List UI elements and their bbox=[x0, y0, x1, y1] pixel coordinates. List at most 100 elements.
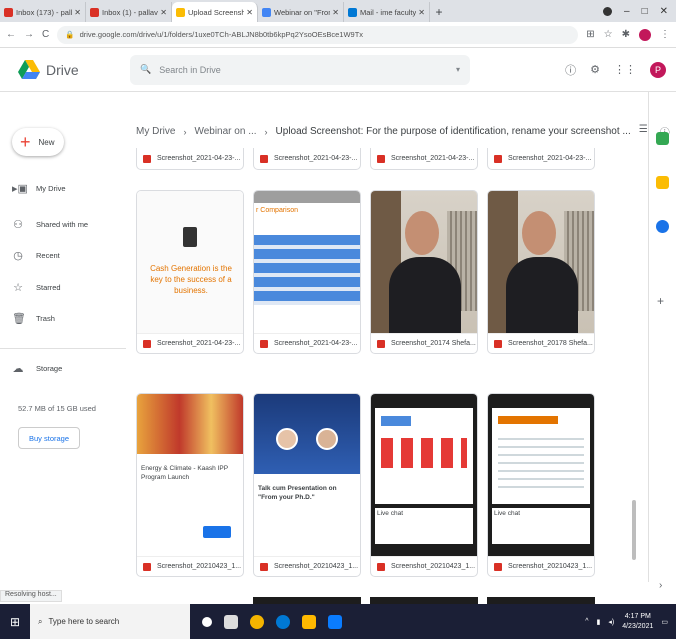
profile-avatar[interactable] bbox=[639, 28, 651, 41]
outlook-icon bbox=[348, 7, 357, 17]
task-view-icon[interactable] bbox=[202, 616, 212, 627]
buy-storage-button[interactable]: Buy storage bbox=[18, 427, 80, 449]
file-card[interactable]: Energy & Climate - Kaash IPP Program Lau… bbox=[136, 393, 244, 577]
menu-icon[interactable]: ⋮ bbox=[660, 29, 670, 40]
settings-icon[interactable]: ⚙ bbox=[590, 63, 600, 76]
lock-icon: 🔒 bbox=[65, 30, 75, 39]
sidebar-item-trash[interactable]: 🗑 Trash bbox=[12, 310, 122, 326]
extensions-icon[interactable]: ✱ bbox=[622, 29, 630, 40]
translate-icon[interactable]: ⊞ bbox=[586, 29, 594, 40]
search-placeholder: Search in Drive bbox=[159, 64, 221, 75]
new-tab-button[interactable]: + bbox=[430, 2, 448, 22]
sidebar-item-recent[interactable]: ◷ Recent bbox=[12, 247, 122, 263]
file-tile[interactable]: Screenshot_2021-04-23-... bbox=[253, 148, 361, 170]
file-name: Screenshot_2021-04-23-... bbox=[274, 155, 358, 162]
store-icon[interactable] bbox=[328, 614, 342, 629]
file-tile[interactable]: Screenshot_2021-04-23-... bbox=[370, 148, 478, 170]
thumb-header bbox=[254, 191, 360, 203]
thumbnail-text: Cash Generation is the key to the succes… bbox=[150, 264, 232, 295]
file-card[interactable]: r Comparison Screenshot_2021-04-23-... bbox=[253, 190, 361, 354]
gmail-icon bbox=[90, 7, 99, 17]
list-view-icon[interactable]: ☰ bbox=[639, 124, 648, 139]
url-field[interactable]: 🔒 drive.google.com/drive/u/1/folders/1ux… bbox=[57, 25, 579, 44]
chrome-icon[interactable] bbox=[250, 614, 264, 629]
file-tile[interactable]: Screenshot_2021-04-23-... bbox=[136, 148, 244, 170]
drive-search-input[interactable]: 🔍 Search in Drive ▾ bbox=[130, 54, 470, 85]
forward-icon[interactable]: → bbox=[24, 29, 34, 40]
file-caption: Screenshot_20210423_1... bbox=[137, 556, 243, 576]
close-window-button[interactable]: ✕ bbox=[660, 6, 668, 17]
file-thumbnail: Energy & Climate - Kaash IPP Program Lau… bbox=[137, 394, 243, 556]
breadcrumb-current[interactable]: Upload Screenshot: For the purpose of id… bbox=[276, 126, 631, 137]
sidebar-item-storage[interactable]: ☁ Storage bbox=[12, 360, 122, 376]
file-card[interactable]: Screenshot_20174 Shefa... bbox=[370, 190, 478, 354]
sidebar-item-starred[interactable]: ☆ Starred bbox=[12, 279, 122, 295]
tasks-icon[interactable] bbox=[656, 220, 669, 233]
browser-tab[interactable]: Mail - ime faculty - Outlook✕ bbox=[344, 2, 430, 22]
image-file-icon bbox=[494, 562, 502, 571]
file-thumbnail bbox=[371, 191, 477, 333]
file-card[interactable]: Live chat Screenshot_20210423_1... bbox=[370, 393, 478, 577]
clock[interactable]: 4:17 PM 4/23/2021 bbox=[622, 612, 653, 632]
close-tab-icon[interactable]: ✕ bbox=[160, 8, 167, 17]
tray-chevron-icon[interactable]: ^ bbox=[585, 618, 588, 625]
record-icon[interactable] bbox=[603, 6, 612, 16]
add-addon-icon[interactable]: + bbox=[657, 294, 664, 308]
image-file-icon bbox=[377, 562, 385, 571]
image-file-icon bbox=[260, 562, 268, 571]
address-bar-row: ← → C 🔒 drive.google.com/drive/u/1/folde… bbox=[0, 22, 676, 48]
breadcrumb-mid[interactable]: Webinar on ... bbox=[194, 126, 256, 137]
search-icon[interactable]: 🔍 bbox=[140, 64, 151, 75]
breadcrumb-root[interactable]: My Drive bbox=[136, 126, 175, 137]
notifications-icon[interactable]: ▭ bbox=[661, 618, 668, 626]
drive-logo[interactable]: Drive bbox=[0, 59, 130, 80]
video-thumbnail bbox=[137, 394, 243, 454]
windows-start-icon[interactable]: ⊞ bbox=[0, 604, 30, 639]
new-button[interactable]: + New bbox=[12, 128, 64, 156]
sidebar-item-my-drive[interactable]: ▸▣ My Drive bbox=[12, 180, 122, 196]
network-icon[interactable]: ▮ bbox=[597, 618, 601, 626]
file-caption: Screenshot_2021-04-23-... bbox=[254, 333, 360, 353]
sheets-icon[interactable] bbox=[656, 132, 669, 145]
edge-icon[interactable] bbox=[276, 614, 290, 629]
file-thumbnail: Cash Generation is the key to the succes… bbox=[137, 191, 243, 333]
maximize-button[interactable]: □ bbox=[642, 6, 648, 17]
file-card[interactable]: Cash Generation is the key to the succes… bbox=[136, 190, 244, 354]
browser-tab-active[interactable]: Upload Screenshot: For the p✕ bbox=[172, 2, 258, 22]
close-tab-icon[interactable]: ✕ bbox=[246, 8, 253, 17]
sidebar-item-shared[interactable]: ⚇ Shared with me bbox=[12, 216, 122, 232]
browser-tab[interactable]: Inbox (173) - pallavipwaj✕ bbox=[0, 2, 86, 22]
taskbar-search[interactable]: ⌕ Type here to search bbox=[30, 604, 190, 639]
search-options-icon[interactable]: ▾ bbox=[456, 65, 460, 74]
file-caption: Screenshot_2021-04-23-... bbox=[137, 333, 243, 353]
help-icon[interactable]: ⓘ bbox=[565, 62, 576, 78]
close-tab-icon[interactable]: ✕ bbox=[332, 8, 339, 17]
file-thumbnail: Live chat bbox=[371, 394, 477, 556]
sidebar-item-label: Shared with me bbox=[36, 219, 89, 229]
breadcrumb: My Drive › Webinar on ... › Upload Scree… bbox=[136, 124, 670, 139]
clock-date: 4/23/2021 bbox=[622, 622, 654, 630]
user-avatar[interactable]: P bbox=[650, 61, 666, 78]
file-tile[interactable]: Screenshot_2021-04-23-... bbox=[487, 148, 595, 170]
file-explorer-icon[interactable] bbox=[302, 614, 316, 629]
file-card[interactable]: Talk cum Presentation on "From your Ph.D… bbox=[253, 393, 361, 577]
back-icon[interactable]: ← bbox=[6, 29, 16, 40]
scrollbar[interactable] bbox=[632, 500, 636, 560]
file-caption: Screenshot_20210423_1... bbox=[488, 556, 594, 576]
file-caption: Screenshot_20178 Shefa... bbox=[488, 333, 594, 353]
file-card[interactable]: Screenshot_20178 Shefa... bbox=[487, 190, 595, 354]
expand-panel-icon[interactable]: › bbox=[659, 580, 662, 591]
bookmark-star-icon[interactable]: ☆ bbox=[604, 29, 613, 40]
volume-icon[interactable]: ◂) bbox=[608, 618, 614, 626]
keep-icon[interactable] bbox=[656, 176, 669, 189]
browser-tab[interactable]: Inbox (1) - pallavipwaj85✕ bbox=[86, 2, 172, 22]
apps-grid-icon[interactable]: ⋮⋮ bbox=[614, 63, 636, 76]
close-tab-icon[interactable]: ✕ bbox=[74, 8, 81, 17]
task-view-icon[interactable] bbox=[224, 614, 238, 629]
reload-icon[interactable]: C bbox=[42, 29, 49, 40]
file-card[interactable]: Live chat Screenshot_20210423_1... bbox=[487, 393, 595, 577]
browser-tab[interactable]: Webinar on "From your Ph.D.✕ bbox=[258, 2, 344, 22]
close-tab-icon[interactable]: ✕ bbox=[418, 8, 425, 17]
sidebar-item-label: Recent bbox=[36, 250, 60, 260]
minimize-button[interactable]: – bbox=[624, 6, 630, 17]
